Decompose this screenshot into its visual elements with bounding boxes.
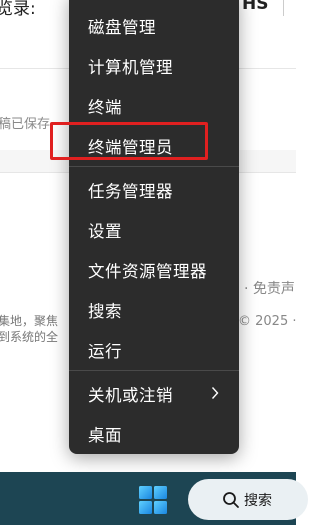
- body-text-line: 到系统的全: [0, 330, 59, 344]
- menu-item-label: 终端: [88, 98, 122, 117]
- start-context-menu: 磁盘管理 计算机管理 终端 终端管理员 任务管理器 设置 文件资源管理器 搜索 …: [69, 0, 239, 454]
- disclaimer-link[interactable]: · 免责声: [244, 278, 295, 298]
- menu-item-computer-management[interactable]: 计算机管理: [69, 46, 239, 86]
- copyright-text: © 2025 ·: [238, 314, 297, 329]
- body-text-line: 集地，聚焦: [0, 314, 59, 328]
- search-label: 搜索: [244, 492, 272, 509]
- menu-item-search[interactable]: 搜索: [69, 290, 239, 330]
- menu-separator: [69, 370, 239, 371]
- draft-status: 稿已保存: [0, 117, 51, 132]
- taskbar-search-box[interactable]: 搜索: [188, 479, 308, 520]
- menu-separator: [69, 166, 239, 167]
- header-fragment: HS: [242, 0, 269, 14]
- windows-start-icon[interactable]: [138, 485, 168, 515]
- menu-item-disk-management[interactable]: 磁盘管理: [69, 6, 239, 46]
- search-icon: [223, 491, 239, 508]
- menu-item-label: 桌面: [88, 426, 122, 445]
- menu-item-label: 搜索: [88, 302, 122, 321]
- menu-item-label: 文件资源管理器: [88, 262, 207, 281]
- menu-item-label: 任务管理器: [88, 182, 173, 201]
- menu-item-terminal[interactable]: 终端: [69, 86, 239, 126]
- menu-item-file-explorer[interactable]: 文件资源管理器: [69, 250, 239, 290]
- menu-item-shutdown-signout[interactable]: 关机或注销: [69, 374, 239, 414]
- divider: [283, 0, 284, 16]
- menu-item-label: 关机或注销: [88, 386, 173, 405]
- menu-item-label: 计算机管理: [88, 58, 173, 77]
- menu-item-settings[interactable]: 设置: [69, 210, 239, 250]
- menu-item-run[interactable]: 运行: [69, 330, 239, 370]
- menu-item-task-manager[interactable]: 任务管理器: [69, 170, 239, 210]
- highlight-annotation: [50, 122, 208, 160]
- menu-item-label: 设置: [88, 222, 122, 241]
- menu-item-desktop[interactable]: 桌面: [69, 414, 239, 454]
- menu-item-label: 运行: [88, 342, 122, 361]
- page-title-fragment: 览录:: [0, 0, 36, 19]
- menu-item-label: 磁盘管理: [88, 18, 156, 37]
- chevron-right-icon: [211, 387, 219, 399]
